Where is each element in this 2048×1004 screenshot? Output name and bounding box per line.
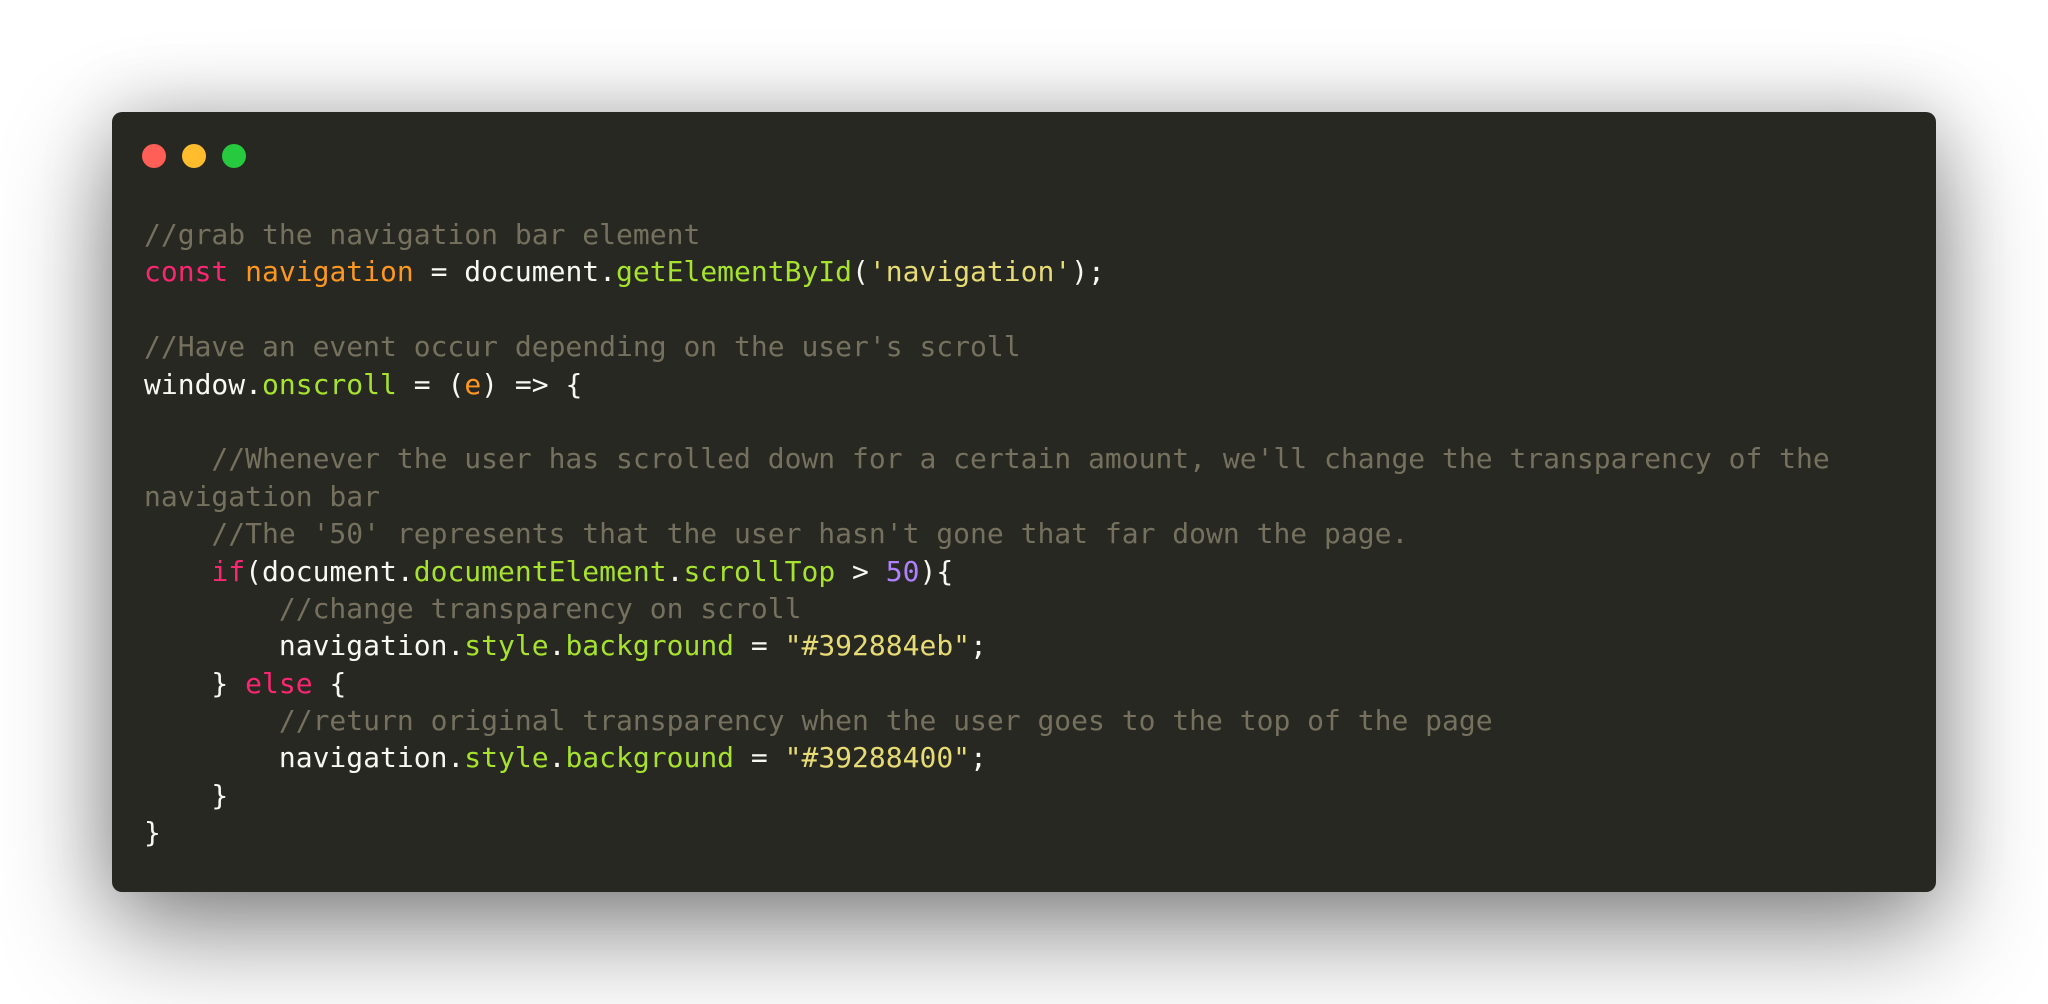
code-token: getElementById — [616, 255, 853, 289]
code-token: } — [144, 778, 229, 812]
code-line: //change transparency on scroll — [144, 590, 1844, 627]
page-background: //grab the navigation bar element const n… — [0, 0, 2048, 1004]
code-line: const navigation = document.getElementBy… — [144, 253, 1844, 290]
code-line: //grab the navigation bar element — [144, 216, 1844, 253]
zoom-button[interactable] — [222, 144, 246, 168]
code-token: ; — [970, 629, 987, 663]
code-token: scrollTop — [683, 554, 836, 588]
code-token: } — [144, 816, 161, 850]
code-token: . — [666, 554, 684, 588]
code-token: //return original transparency when the … — [144, 704, 1493, 738]
code-line: } — [144, 814, 1844, 851]
code-token: //The '50' represents that the user hasn… — [144, 517, 1409, 551]
code-line: //The '50' represents that the user hasn… — [144, 515, 1844, 552]
code-token: ){ — [919, 554, 954, 588]
code-token: style — [464, 741, 549, 775]
code-token: navigation bar — [144, 479, 381, 513]
code-token: (document. — [245, 554, 414, 588]
minimize-button[interactable] — [182, 144, 206, 168]
code-token: 'navigation' — [868, 255, 1072, 289]
code-token: onscroll — [262, 367, 397, 401]
code-token: if — [211, 554, 246, 588]
code-line: //Whenever the user has scrolled down fo… — [144, 440, 1844, 477]
code-line: } else { — [144, 665, 1844, 702]
code-line: navigation.style.background = "#392884eb… — [144, 627, 1844, 664]
window-controls — [142, 144, 246, 168]
code-token: documentElement — [413, 554, 667, 588]
code-token: = — [734, 741, 785, 775]
code-token: //Have an event occur depending on the u… — [144, 330, 1021, 364]
code-token: { — [312, 666, 347, 700]
code-token: else — [245, 666, 313, 700]
code-window: //grab the navigation bar element const n… — [112, 112, 1936, 892]
code-line: navigation bar — [144, 478, 1844, 515]
code-token: const — [144, 255, 229, 289]
code-line: window.onscroll = (e) => { — [144, 366, 1844, 403]
code-token: //change transparency on scroll — [144, 591, 802, 625]
code-token: > — [835, 554, 886, 588]
code-token: = — [734, 629, 785, 663]
code-token: //Whenever the user has scrolled down fo… — [144, 442, 1830, 476]
code-token: . — [548, 741, 566, 775]
code-token: . — [548, 629, 566, 663]
code-token: window. — [144, 367, 263, 401]
code-token: = document. — [413, 255, 617, 289]
code-token: } — [144, 666, 246, 700]
code-token: background — [565, 741, 735, 775]
code-line: //Have an event occur depending on the u… — [144, 328, 1844, 365]
code-token: ( — [852, 255, 869, 289]
code-token: ) => { — [481, 367, 583, 401]
code-token: 50 — [885, 554, 920, 588]
code-token: "#39288400" — [784, 741, 971, 775]
code-token: navigation — [245, 255, 414, 289]
code-token: style — [464, 629, 549, 663]
code-token: navigation. — [144, 741, 465, 775]
code-token: e — [464, 367, 482, 401]
code-token: navigation. — [144, 629, 465, 663]
close-button[interactable] — [142, 144, 166, 168]
code-token: //grab the navigation bar element — [144, 218, 701, 251]
code-token: = ( — [396, 367, 465, 401]
code-line: if(document.documentElement.scrollTop > … — [144, 553, 1844, 590]
code-line: } — [144, 777, 1844, 814]
code-line: navigation.style.background = "#39288400… — [144, 739, 1844, 776]
code-block: //grab the navigation bar element const n… — [144, 216, 1844, 852]
code-token: ); — [1071, 255, 1105, 289]
code-token: "#392884eb" — [784, 629, 971, 663]
code-line: //return original transparency when the … — [144, 702, 1844, 739]
code-token: background — [565, 629, 735, 663]
code-token: ; — [970, 741, 987, 775]
